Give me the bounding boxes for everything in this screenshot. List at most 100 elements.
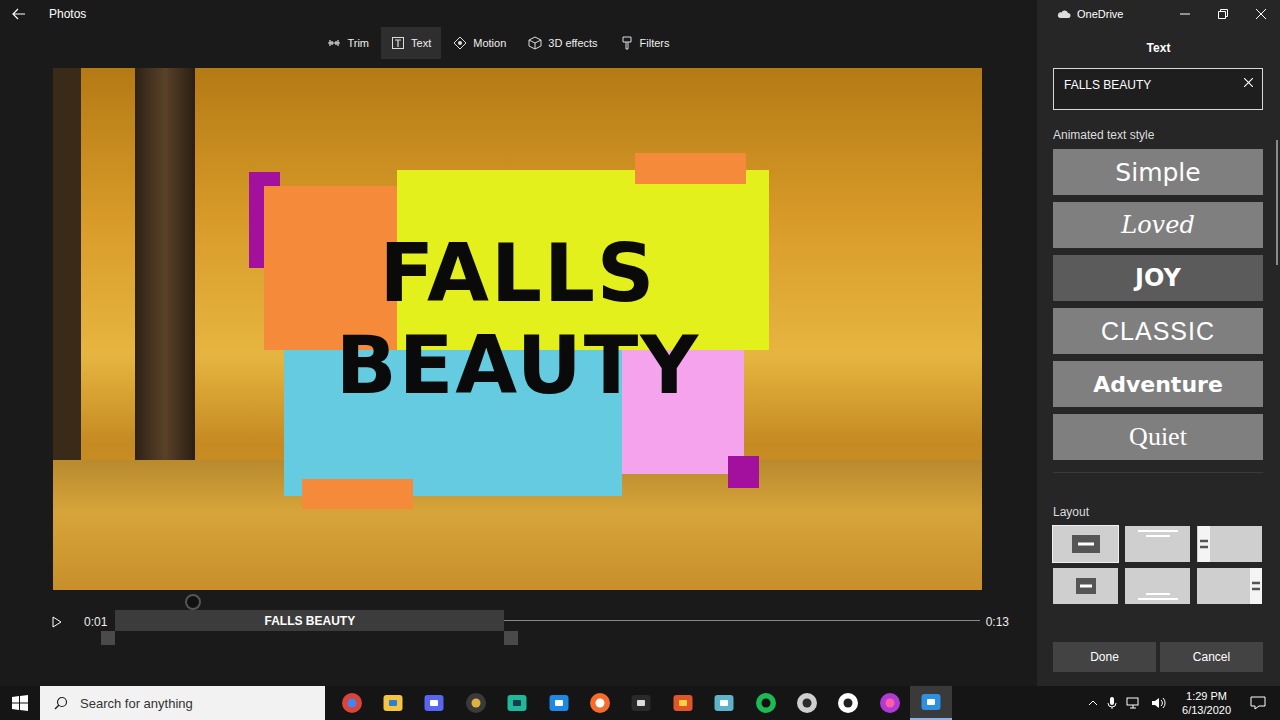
filter-icon — [620, 36, 634, 50]
motion-icon — [453, 36, 467, 50]
layout-top-icon — [1126, 526, 1190, 562]
title-overlay[interactable]: FALLS BEAUTY — [303, 228, 733, 412]
text-field[interactable]: FALLS BEAUTY — [1053, 68, 1263, 110]
taskbar-app[interactable] — [662, 686, 703, 720]
notification-icon[interactable] — [1250, 696, 1266, 710]
back-button[interactable] — [0, 0, 37, 27]
layout-left-icon — [1198, 526, 1262, 562]
start-button[interactable] — [0, 686, 40, 720]
clip-end-handle[interactable] — [504, 631, 518, 645]
desktop: Photos Trim Text Motion 3D effects Filte… — [0, 0, 1280, 720]
layout-option[interactable] — [1053, 526, 1118, 562]
cloud-icon — [1057, 9, 1071, 19]
divider — [1053, 472, 1263, 473]
panel-button[interactable]: Done — [1053, 642, 1156, 672]
play-icon — [52, 616, 62, 628]
taskbar-app[interactable] — [745, 686, 786, 720]
title-bar: Photos — [0, 0, 1037, 27]
maximize-button[interactable] — [1204, 0, 1242, 27]
layout-option[interactable] — [1197, 526, 1262, 562]
toolbar-label: 3D effects — [548, 37, 597, 49]
volume-icon[interactable] — [1151, 697, 1167, 709]
toolbar-item[interactable]: 3D effects — [518, 27, 607, 59]
layout-bottom-icon — [1126, 568, 1190, 604]
duration: 0:13 — [986, 615, 1009, 629]
taskbar-app[interactable] — [704, 686, 745, 720]
toolbar-label: Filters — [640, 37, 670, 49]
layout-option[interactable] — [1125, 526, 1190, 562]
playhead[interactable] — [185, 594, 201, 610]
panel-heading: Text — [1037, 27, 1280, 65]
video-preview: FALLS BEAUTY — [53, 68, 982, 590]
taskbar-app[interactable] — [621, 686, 662, 720]
trim-icon — [327, 36, 341, 50]
windows-icon — [12, 695, 28, 711]
text-style-button[interactable]: Simple — [1053, 149, 1263, 195]
scrollbar[interactable] — [1276, 140, 1278, 265]
back-arrow-icon — [12, 8, 26, 20]
microphone-icon[interactable] — [1107, 696, 1117, 710]
toolbar-label: Text — [411, 37, 431, 49]
close-icon — [1256, 9, 1266, 19]
layout-option[interactable] — [1053, 568, 1118, 604]
text-panel: OneDrive Text FALLS BEAUTY Animated text… — [1037, 0, 1280, 686]
search-box[interactable]: Search for anything — [40, 686, 325, 720]
taskbar-app[interactable] — [786, 686, 827, 720]
search-placeholder: Search for anything — [80, 696, 193, 711]
taskbar-app[interactable] — [579, 686, 620, 720]
minimize-button[interactable] — [1166, 0, 1204, 27]
photos-window: Photos Trim Text Motion 3D effects Filte… — [0, 0, 1280, 686]
editor: Photos Trim Text Motion 3D effects Filte… — [0, 0, 1037, 686]
close-button[interactable] — [1242, 0, 1280, 27]
text-field-value: FALLS BEAUTY — [1064, 78, 1151, 92]
layout-option[interactable] — [1197, 568, 1262, 604]
toolbar-item[interactable]: Motion — [443, 27, 516, 59]
network-icon[interactable] — [1126, 697, 1142, 709]
toolbar-item[interactable]: Filters — [610, 27, 680, 59]
text-clip[interactable]: FALLS BEAUTY — [115, 610, 504, 631]
toolbar-item[interactable]: Trim — [317, 27, 379, 59]
app-icon — [837, 692, 859, 714]
text-style-button[interactable]: Adventure — [1053, 361, 1263, 407]
text-style-button[interactable]: CLASSIC — [1053, 308, 1263, 354]
app-icon — [423, 692, 445, 714]
app-icon — [713, 692, 735, 714]
layout-option[interactable] — [1125, 568, 1190, 604]
text-style-button[interactable]: JOY — [1053, 255, 1263, 301]
taskbar-app[interactable] — [538, 686, 579, 720]
clock[interactable]: 1:29 PM 6/13/2020 — [1182, 689, 1231, 717]
play-button[interactable] — [52, 612, 66, 632]
text-style-button[interactable]: Loved — [1053, 202, 1263, 248]
taskbar-app[interactable] — [331, 686, 372, 720]
title-shape — [302, 479, 413, 509]
taskbar-app[interactable] — [372, 686, 413, 720]
clock-time: 1:29 PM — [1186, 689, 1227, 703]
clear-icon[interactable] — [1244, 78, 1253, 87]
taskbar-app[interactable] — [455, 686, 496, 720]
taskbar: Search for anything 1:29 PM 6/13/2020 — [0, 686, 1280, 720]
minimize-icon — [1180, 9, 1190, 19]
app-icon — [506, 692, 528, 714]
toolbar-item[interactable]: Text — [381, 27, 441, 59]
clip-label: FALLS BEAUTY — [264, 614, 355, 628]
taskbar-app[interactable] — [828, 686, 869, 720]
clip-start-handle[interactable] — [101, 631, 115, 645]
clock-date: 6/13/2020 — [1182, 703, 1231, 717]
text-style-button[interactable]: Quiet — [1053, 414, 1263, 460]
text-icon — [391, 36, 405, 50]
layout-right-icon — [1198, 568, 1262, 604]
panel-button[interactable]: Cancel — [1160, 642, 1263, 672]
app-icon — [879, 692, 901, 714]
taskbar-app[interactable] — [414, 686, 455, 720]
timeline: 0:01 FALLS BEAUTY 0:13 — [0, 590, 1037, 654]
app-icon — [548, 692, 570, 714]
taskbar-app[interactable] — [910, 686, 951, 720]
chevron-up-icon[interactable] — [1088, 699, 1098, 707]
window-title: Photos — [49, 7, 86, 21]
toolbar: Trim Text Motion 3D effects Filters — [0, 27, 1037, 59]
app-icon — [589, 692, 611, 714]
taskbar-app[interactable] — [869, 686, 910, 720]
taskbar-app[interactable] — [497, 686, 538, 720]
timeline-track[interactable]: FALLS BEAUTY — [115, 590, 979, 654]
layout-middle-icon — [1054, 568, 1118, 604]
